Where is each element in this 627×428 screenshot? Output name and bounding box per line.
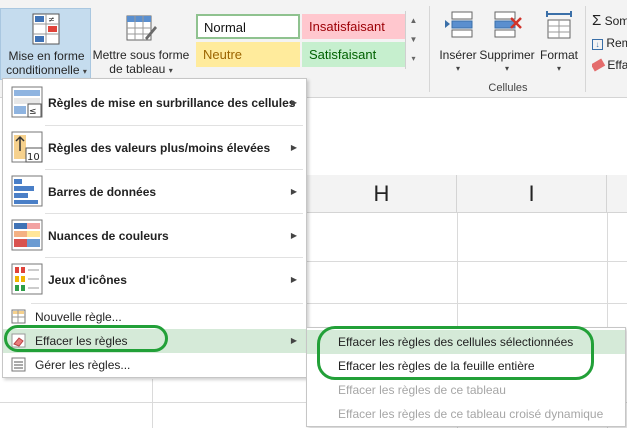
chevron-down-icon: ▾ <box>82 67 87 76</box>
menu-item-top-bottom-rules[interactable]: 10 Règles des valeurs plus/moins élevées… <box>3 126 306 170</box>
conditional-formatting-label1: Mise en forme <box>8 49 85 63</box>
style-insatisfaisant[interactable]: Insatisfaisant <box>302 14 406 39</box>
conditional-formatting-menu: ≤ Règles de mise en surbrillance des cel… <box>2 78 307 378</box>
submenu-arrow-icon: ▶ <box>290 143 297 152</box>
autosum-button[interactable]: Σ Som <box>592 10 627 32</box>
chevron-down-icon: ▾ <box>504 64 509 73</box>
cells-group-label: Cellules <box>488 82 528 94</box>
submenu-item-clear-entire-sheet[interactable]: Effacer les règles de la feuille entière <box>307 354 625 378</box>
conditional-formatting-label2: conditionnelle <box>6 63 80 77</box>
cell-styles-gallery: Normal Insatisfaisant Neutre Satisfaisan… <box>194 11 424 69</box>
gallery-up-icon[interactable]: ▲ <box>406 11 421 30</box>
style-normal[interactable]: Normal <box>196 14 300 39</box>
submenu-arrow-icon: ▶ <box>290 231 297 240</box>
format-as-table-label1: Mettre sous forme <box>92 48 190 62</box>
autosum-label: Som <box>604 14 627 28</box>
styles-gallery-scroll: ▲ ▼ ▾ <box>405 11 421 69</box>
gridline <box>307 261 627 262</box>
editing-group: Σ Som ↓ Rem Effa <box>592 10 627 76</box>
new-rule-icon <box>11 309 26 324</box>
menu-item-color-scales[interactable]: Nuances de couleurs ▶ <box>3 214 306 258</box>
insert-label: Insérer <box>439 48 477 62</box>
menu-item-label: Nouvelle règle... <box>35 310 122 324</box>
chevron-down-icon: ▾ <box>556 64 561 73</box>
highlight-rules-icon: ≤ <box>11 86 43 118</box>
format-cells-button[interactable]: Format ▾ <box>537 8 581 78</box>
style-satisfaisant[interactable]: Satisfaisant <box>302 42 406 67</box>
chevron-down-icon: ▾ <box>455 64 460 73</box>
delete-cells-icon <box>494 11 522 38</box>
delete-cells-button[interactable]: Supprimer ▾ <box>479 8 535 78</box>
menu-item-label: Jeux d'icônes <box>48 273 127 287</box>
style-neutre[interactable]: Neutre <box>196 42 300 67</box>
gridline <box>307 303 627 304</box>
insert-cells-button[interactable]: Insérer ▾ <box>436 8 480 78</box>
menu-item-label: Règles des valeurs plus/moins élevées <box>48 141 271 155</box>
menu-item-icon-sets[interactable]: Jeux d'icônes ▶ <box>3 258 306 302</box>
clear-button[interactable]: Effa <box>592 54 627 76</box>
icon-sets-icon <box>11 263 43 295</box>
svg-text:≠: ≠ <box>48 15 55 24</box>
column-header-h[interactable]: H <box>307 175 457 213</box>
top-bottom-rules-icon: 10 <box>11 131 43 163</box>
sigma-icon: Σ <box>592 12 602 29</box>
conditional-formatting-button[interactable]: ≠ Mise en forme conditionnelle ▾ <box>0 8 91 80</box>
delete-label: Supprimer <box>479 48 535 62</box>
submenu-arrow-icon: ▶ <box>290 98 297 107</box>
gallery-more-icon[interactable]: ▾ <box>406 49 421 68</box>
clear-label: Effa <box>607 58 627 72</box>
submenu-arrow-icon: ▶ <box>290 187 297 196</box>
submenu-item-clear-selected-cells[interactable]: Effacer les règles des cellules sélectio… <box>307 330 625 354</box>
column-header-i[interactable]: I <box>457 175 607 213</box>
table-format-icon <box>126 15 157 41</box>
data-bars-icon <box>11 175 43 207</box>
menu-item-manage-rules[interactable]: Gérer les règles... <box>3 353 306 377</box>
menu-item-data-bars[interactable]: Barres de données ▶ <box>3 170 306 214</box>
color-scales-icon <box>11 219 43 251</box>
menu-item-highlight-rules[interactable]: ≤ Règles de mise en surbrillance des cel… <box>3 81 306 125</box>
conditional-formatting-icon: ≠ <box>32 13 60 45</box>
format-as-table-button[interactable]: Mettre sous forme de tableau ▾ <box>91 8 191 80</box>
menu-item-label: Nuances de couleurs <box>48 229 169 243</box>
format-label: Format <box>539 48 578 62</box>
eraser-icon <box>592 58 606 72</box>
menu-item-label: Règles de mise en surbrillance des cellu… <box>48 96 296 110</box>
menu-item-clear-rules[interactable]: Effacer les règles ▶ <box>3 329 306 353</box>
insert-cells-icon <box>445 11 473 38</box>
manage-rules-icon <box>11 357 26 372</box>
clear-rules-submenu: Effacer les règles des cellules sélectio… <box>306 327 626 427</box>
column-header-next[interactable] <box>607 175 627 213</box>
submenu-item-clear-this-table: Effacer les règles de ce tableau <box>338 383 506 397</box>
menu-item-new-rule[interactable]: Nouvelle règle... <box>3 305 306 329</box>
submenu-item-clear-pivot-table: Effacer les règles de ce tableau croisé … <box>338 407 604 421</box>
chevron-down-icon: ▾ <box>168 66 173 75</box>
group-divider <box>585 6 586 92</box>
submenu-arrow-icon: ▶ <box>290 275 297 284</box>
submenu-arrow-icon: ▶ <box>290 336 297 345</box>
svg-text:10: 10 <box>27 152 40 163</box>
gallery-down-icon[interactable]: ▼ <box>406 30 421 49</box>
svg-text:≤: ≤ <box>29 107 37 117</box>
format-as-table-label2: de tableau <box>109 62 166 76</box>
menu-item-label: Effacer les règles <box>35 334 128 348</box>
menu-separator <box>31 303 303 304</box>
fill-label: Rem <box>606 36 627 50</box>
format-cells-icon <box>546 11 572 39</box>
gridline <box>152 379 153 428</box>
eraser-icon <box>11 333 26 348</box>
menu-item-label: Barres de données <box>48 185 157 199</box>
menu-item-label: Gérer les règles... <box>35 358 131 372</box>
fill-button[interactable]: ↓ Rem <box>592 32 627 54</box>
fill-down-icon: ↓ <box>592 39 603 50</box>
